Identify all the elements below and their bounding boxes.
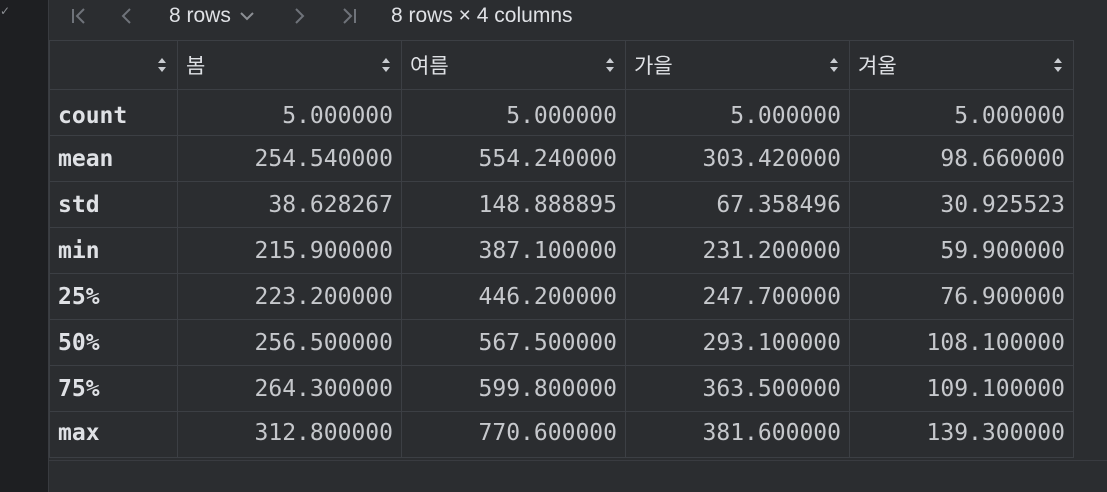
table-cell: 381.600000	[625, 411, 850, 458]
row-index-cell: max	[49, 411, 178, 458]
table-cell: 567.500000	[401, 319, 626, 366]
table-cell: 247.700000	[625, 273, 850, 320]
table-cell: 312.800000	[177, 411, 402, 458]
table-cell: 231.200000	[625, 227, 850, 274]
row-index-cell: min	[49, 227, 178, 274]
sort-icon[interactable]	[157, 57, 167, 73]
row-index-cell: count	[49, 89, 178, 136]
table-cell: 223.200000	[177, 273, 402, 320]
table-cell: 264.300000	[177, 365, 402, 412]
table-cell: 5.000000	[625, 89, 850, 136]
table-row: max 312.800000 770.600000 381.600000 139…	[49, 411, 1074, 458]
table-cell: 5.000000	[849, 89, 1074, 136]
table-cell: 256.500000	[177, 319, 402, 366]
table-row: min 215.900000 387.100000 231.200000 59.…	[49, 227, 1074, 274]
sort-icon[interactable]	[1053, 57, 1063, 73]
table-cell: 98.660000	[849, 135, 1074, 182]
column-header-autumn[interactable]: 가을	[625, 40, 850, 90]
table-row: std 38.628267 148.888895 67.358496 30.92…	[49, 181, 1074, 228]
row-index-cell: mean	[49, 135, 178, 182]
column-header-label: 겨울	[858, 54, 897, 78]
table-cell: 108.100000	[849, 319, 1074, 366]
chevron-down-icon	[239, 8, 255, 24]
table-cell: 59.900000	[849, 227, 1074, 274]
table-cell: 254.540000	[177, 135, 402, 182]
table-cell: 363.500000	[625, 365, 850, 412]
last-page-icon[interactable]	[333, 0, 365, 32]
header-row: 봄 여름 가을 겨울	[49, 40, 1074, 90]
table-cell: 387.100000	[401, 227, 626, 274]
table-cell: 76.900000	[849, 273, 1074, 320]
column-header-label: 봄	[186, 54, 206, 78]
row-index-cell: 50%	[49, 319, 178, 366]
column-header-spring[interactable]: 봄	[177, 40, 402, 90]
sort-icon[interactable]	[829, 57, 839, 73]
dataframe-viewer: 8 rows 8 rows × 4 columns 봄 여름 가을 겨울 cou…	[48, 0, 1107, 492]
column-header-summer[interactable]: 여름	[401, 40, 626, 90]
table-cell: 109.100000	[849, 365, 1074, 412]
row-index-cell: 25%	[49, 273, 178, 320]
table-cell: 770.600000	[401, 411, 626, 458]
index-column-header[interactable]	[49, 40, 178, 90]
table-cell: 215.900000	[177, 227, 402, 274]
collapse-chevron-icon[interactable]: ✓	[0, 4, 10, 18]
sort-icon[interactable]	[605, 57, 615, 73]
sort-icon[interactable]	[381, 57, 391, 73]
row-index-cell: 75%	[49, 365, 178, 412]
table-cell: 599.800000	[401, 365, 626, 412]
rows-per-page-dropdown[interactable]: 8 rows	[169, 0, 255, 32]
table-dimensions-summary: 8 rows × 4 columns	[391, 4, 573, 27]
data-grid: 봄 여름 가을 겨울 count 5.000000 5.000000 5.000…	[49, 40, 1074, 458]
row-index-cell: std	[49, 181, 178, 228]
table-cell: 30.925523	[849, 181, 1074, 228]
table-cell: 293.100000	[625, 319, 850, 366]
table-cell: 148.888895	[401, 181, 626, 228]
table-row: mean 254.540000 554.240000 303.420000 98…	[49, 135, 1074, 182]
table-cell: 5.000000	[401, 89, 626, 136]
table-cell: 5.000000	[177, 89, 402, 136]
column-header-label: 여름	[410, 54, 449, 78]
table-row: count 5.000000 5.000000 5.000000 5.00000…	[49, 89, 1074, 136]
previous-page-icon[interactable]	[113, 0, 141, 32]
table-cell: 554.240000	[401, 135, 626, 182]
table-row: 50% 256.500000 567.500000 293.100000 108…	[49, 319, 1074, 366]
table-cell: 67.358496	[625, 181, 850, 228]
column-header-winter[interactable]: 겨울	[849, 40, 1074, 90]
table-cell: 38.628267	[177, 181, 402, 228]
rows-per-page-label: 8 rows	[169, 4, 231, 27]
table-row: 75% 264.300000 599.800000 363.500000 109…	[49, 365, 1074, 412]
column-header-label: 가을	[634, 54, 673, 78]
table-cell: 446.200000	[401, 273, 626, 320]
left-gutter: ✓	[0, 0, 48, 492]
first-page-icon[interactable]	[63, 0, 95, 32]
next-page-icon[interactable]	[285, 0, 313, 32]
pagination-toolbar: 8 rows 8 rows × 4 columns	[49, 0, 1107, 32]
horizontal-scroll-area[interactable]	[49, 460, 1107, 492]
table-row: 25% 223.200000 446.200000 247.700000 76.…	[49, 273, 1074, 320]
table-cell: 139.300000	[849, 411, 1074, 458]
table-cell: 303.420000	[625, 135, 850, 182]
